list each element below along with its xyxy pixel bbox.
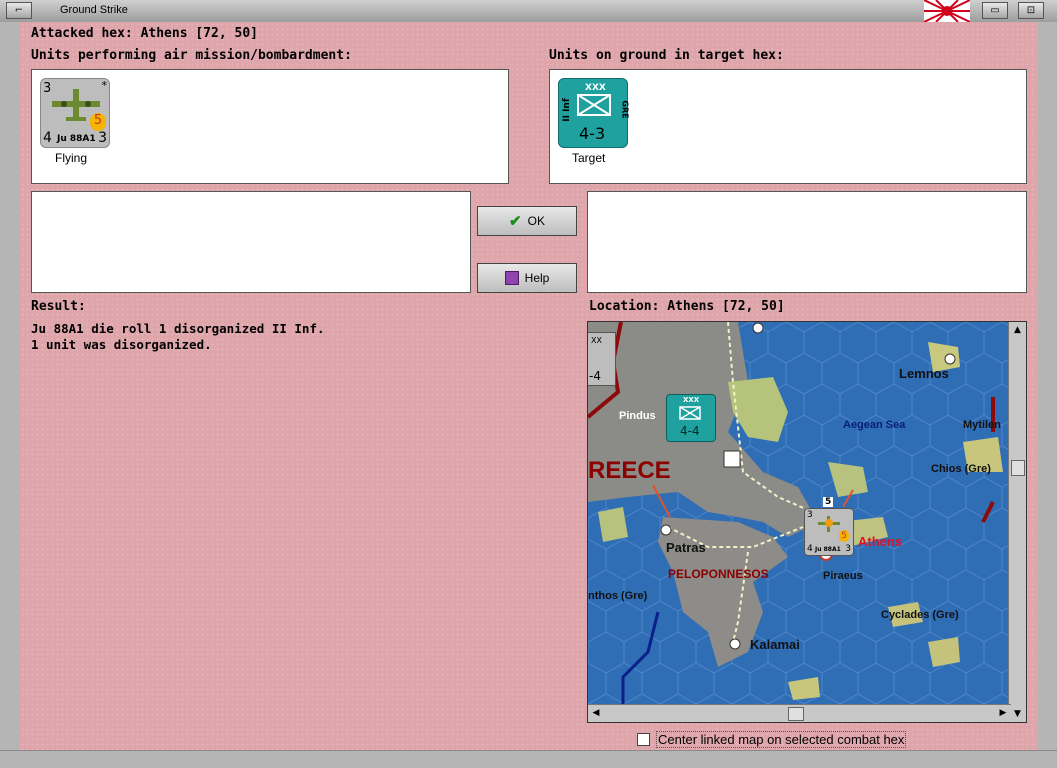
air-units-header: Units performing air mission/bombardment… bbox=[31, 48, 352, 63]
air-unit-range-badge: 5 bbox=[90, 113, 106, 131]
map-label-pindus: Pindus bbox=[619, 410, 656, 422]
ground-loss-panel bbox=[587, 191, 1027, 293]
rising-sun-flag-icon bbox=[924, 0, 970, 22]
map-counter-athens-attack: 3 bbox=[807, 510, 813, 520]
linked-map[interactable]: XX -4 XXX 4-4 5 3 5 4 Ju 88A1 3 Lemnos A… bbox=[587, 321, 1027, 723]
map-counter-left-size: XX bbox=[591, 336, 602, 345]
map-label-chios: Chios (Gre) bbox=[931, 463, 991, 475]
ground-unit-counter[interactable]: XXX II Inf GRE 4-3 bbox=[558, 78, 630, 148]
map-counter-athens-move: 3 bbox=[845, 544, 851, 554]
title-bar: ⌐ Ground Strike ▭ ⊡ bbox=[0, 0, 1057, 23]
map-label-aegean-sea: Aegean Sea bbox=[843, 419, 906, 431]
center-map-checkbox-row[interactable]: Center linked map on selected combat hex bbox=[637, 731, 907, 748]
map-counter-athens-top: 5 bbox=[823, 497, 834, 507]
map-horizontal-scrollbar[interactable]: ◀ ▶ bbox=[588, 704, 1011, 722]
air-unit-move: 3 bbox=[98, 130, 107, 146]
infantry-symbol-icon bbox=[577, 94, 611, 116]
map-counter-left[interactable]: XX -4 bbox=[588, 332, 616, 386]
map-counter-athens-defense: 4 bbox=[807, 544, 813, 554]
map-label-greece: REECE bbox=[588, 457, 671, 484]
map-label-kalamai: Kalamai bbox=[750, 637, 800, 652]
map-label-piraeus: Piraeus bbox=[823, 570, 863, 582]
map-bomber-icon bbox=[818, 516, 840, 532]
map-label-cyclades: Cyclades (Gre) bbox=[881, 609, 959, 621]
map-label-lemnos: Lemnos bbox=[899, 366, 949, 381]
scroll-left-arrow-icon[interactable]: ◀ bbox=[588, 705, 604, 722]
map-label-zakynthos: nthos (Gre) bbox=[588, 590, 648, 602]
attacked-hex-label: Attacked hex: Athens [72, 50] bbox=[31, 26, 258, 41]
right-edge bbox=[1037, 22, 1057, 767]
result-header: Result: bbox=[31, 299, 86, 314]
air-unit-defense: 4 bbox=[43, 130, 52, 146]
restore-button[interactable]: ⊡ bbox=[1018, 2, 1044, 19]
ok-button[interactable]: ✔ OK bbox=[477, 206, 577, 236]
air-loss-panel bbox=[31, 191, 471, 293]
help-button[interactable]: Help bbox=[477, 263, 577, 293]
ground-unit-type: II Inf bbox=[561, 98, 572, 122]
scroll-up-arrow-icon[interactable]: ▲ bbox=[1009, 322, 1026, 338]
window-title: Ground Strike bbox=[60, 4, 128, 16]
left-edge bbox=[0, 22, 20, 767]
minimize-button[interactable]: ▭ bbox=[982, 2, 1008, 19]
map-counter-athens[interactable]: 5 3 5 4 Ju 88A1 3 bbox=[804, 497, 854, 556]
air-unit-attack: 3 bbox=[43, 81, 52, 96]
map-counter-athens-name: Ju 88A1 bbox=[815, 546, 841, 553]
map-counter-pindus-size: XXX bbox=[683, 396, 700, 404]
ground-unit-size: XXX bbox=[585, 83, 606, 93]
air-unit-status: Flying bbox=[55, 151, 88, 165]
ground-units-header: Units on ground in target hex: bbox=[549, 48, 784, 63]
system-menu-button[interactable]: ⌐ bbox=[6, 2, 32, 19]
bottom-edge bbox=[0, 750, 1057, 768]
scroll-right-arrow-icon[interactable]: ▶ bbox=[995, 705, 1011, 722]
ok-button-label: OK bbox=[527, 214, 545, 228]
map-label-peloponnesos: PELOPONNESOS bbox=[668, 567, 769, 581]
air-unit-marker: * bbox=[101, 79, 108, 92]
map-counter-pindus-strength: 4-4 bbox=[680, 424, 700, 438]
map-counter-pindus[interactable]: XXX 4-4 bbox=[666, 394, 716, 442]
map-horizontal-scroll-thumb[interactable] bbox=[788, 707, 804, 721]
map-counter-left-strength: -4 bbox=[589, 369, 601, 383]
result-line-2: 1 unit was disorganized. bbox=[31, 337, 212, 352]
map-vertical-scroll-thumb[interactable] bbox=[1011, 460, 1025, 476]
air-unit-counter[interactable]: 3 * 5 4 Ju 88A1 3 bbox=[40, 78, 110, 148]
air-units-panel: 3 * 5 4 Ju 88A1 3 Flying bbox=[31, 69, 509, 184]
map-label-mytilene: Mytilen bbox=[963, 419, 1001, 431]
map-infantry-symbol-icon bbox=[679, 406, 701, 420]
ground-unit-nation: GRE bbox=[620, 100, 630, 119]
map-label-athens: Athens bbox=[858, 534, 903, 549]
location-label: Location: Athens [72, 50] bbox=[589, 299, 785, 314]
help-book-icon bbox=[504, 271, 519, 285]
ground-unit-status: Target bbox=[572, 151, 606, 165]
scroll-down-arrow-icon[interactable]: ▼ bbox=[1009, 706, 1026, 722]
help-button-label: Help bbox=[524, 271, 550, 285]
air-unit-name: Ju 88A1 bbox=[57, 134, 96, 144]
checkmark-icon: ✔ bbox=[509, 213, 522, 230]
map-label-patras: Patras bbox=[666, 540, 706, 555]
map-counter-athens-range: 5 bbox=[839, 530, 849, 542]
ground-units-panel: XXX II Inf GRE 4-3 Target bbox=[549, 69, 1027, 184]
center-map-checkbox[interactable] bbox=[637, 733, 650, 746]
ground-unit-strength: 4-3 bbox=[579, 124, 606, 143]
map-vertical-scrollbar[interactable]: ▲ ▼ bbox=[1008, 322, 1026, 722]
result-line-1: Ju 88A1 die roll 1 disorganized II Inf. bbox=[31, 321, 325, 336]
center-map-checkbox-label: Center linked map on selected combat hex bbox=[656, 731, 907, 748]
